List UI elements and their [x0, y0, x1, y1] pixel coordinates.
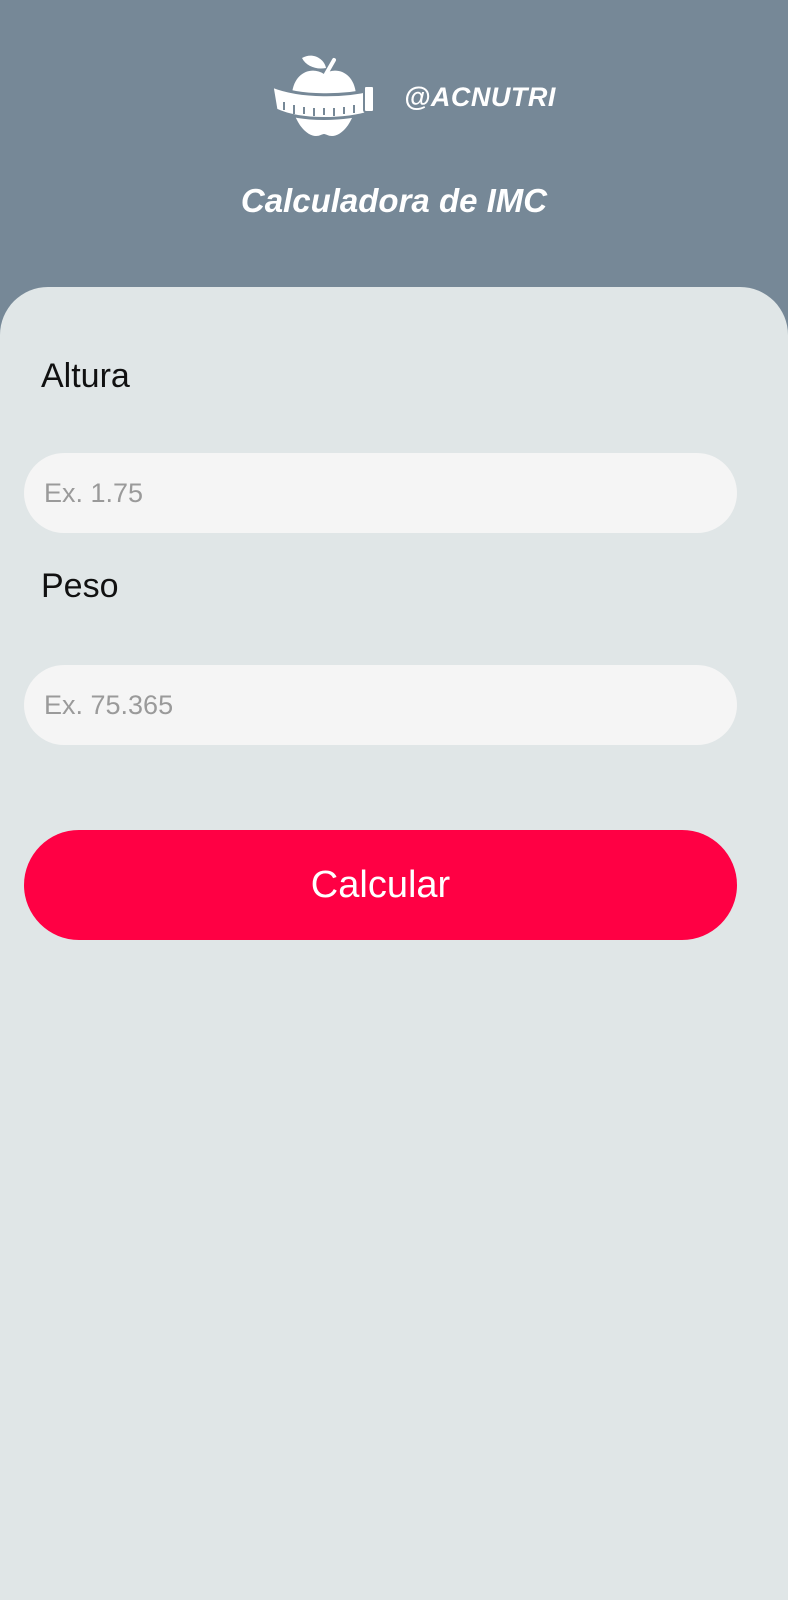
peso-input[interactable]	[24, 665, 737, 745]
apple-measuring-tape-icon	[272, 55, 375, 136]
peso-label: Peso	[41, 567, 119, 605]
account-handle: @ACNUTRI	[404, 82, 556, 112]
page-title: Calculadora de IMC	[240, 182, 548, 219]
altura-label: Altura	[41, 357, 130, 395]
brand: @ACNUTRI	[0, 52, 788, 142]
calcular-button[interactable]: Calcular	[24, 830, 737, 940]
app-header: @ACNUTRI Calculadora de IMC	[0, 0, 788, 290]
altura-input[interactable]	[24, 453, 737, 533]
form-panel: Altura Peso Calcular	[0, 287, 788, 1600]
